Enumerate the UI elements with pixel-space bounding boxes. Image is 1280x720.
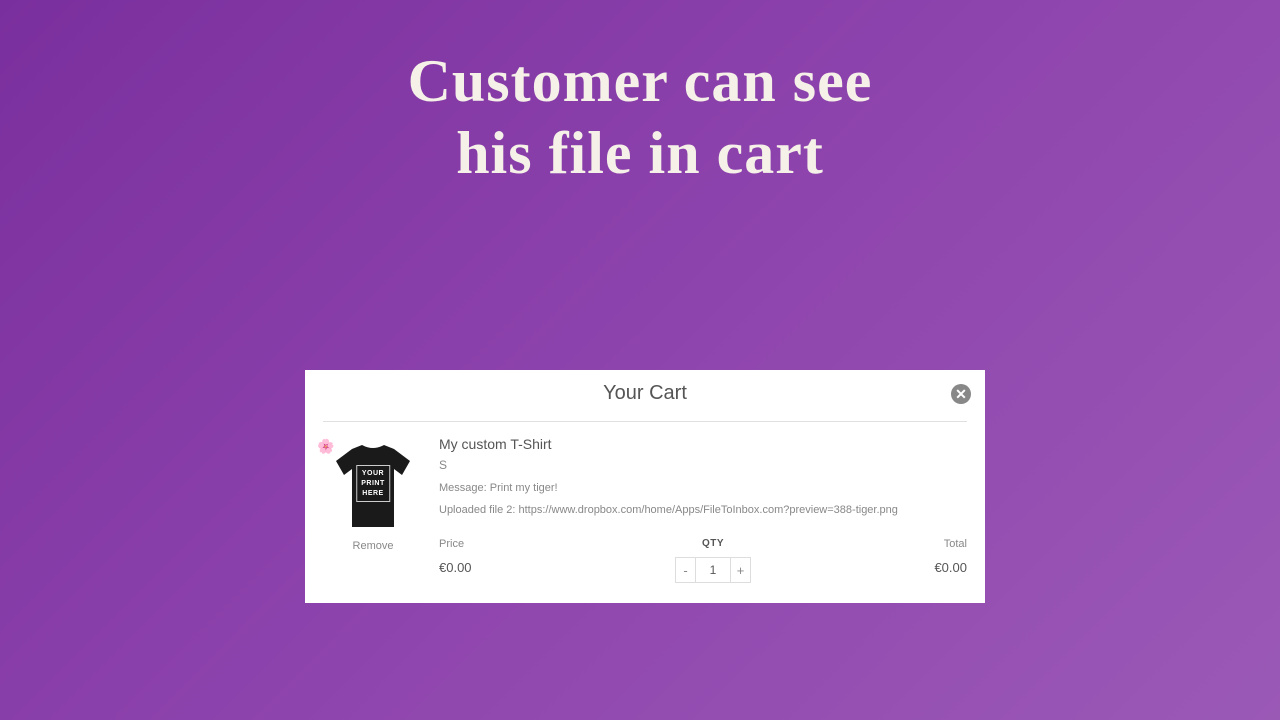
product-variant: S [439, 458, 967, 472]
headline-line-2: his file in cart [0, 117, 1280, 189]
product-image: 🌸 YOURPRINTHERE [323, 436, 423, 536]
price-value: €0.00 [439, 560, 579, 575]
product-column: 🌸 YOURPRINTHERE Remove [323, 436, 423, 583]
qty-decrease-button[interactable]: - [676, 558, 696, 582]
divider [323, 421, 967, 422]
cart-panel: Your Cart ✕ 🌸 YOURPRINTHERE Remove My cu… [305, 370, 985, 603]
product-name: My custom T-Shirt [439, 436, 967, 452]
tshirt-icon: YOURPRINTHERE [332, 441, 414, 531]
headline-line-1: Customer can see [0, 45, 1280, 117]
cart-item: 🌸 YOURPRINTHERE Remove My custom T-Shirt… [323, 436, 967, 583]
qty-stepper: - + [675, 557, 751, 583]
price-row: Price €0.00 QTY - + Total €0.00 [439, 538, 967, 583]
uploaded-file-link[interactable]: Uploaded file 2: https://www.dropbox.com… [439, 504, 967, 516]
marketing-headline: Customer can see his file in cart [0, 0, 1280, 189]
details-column: My custom T-Shirt S Message: Print my ti… [439, 436, 967, 583]
total-value: €0.00 [847, 560, 967, 575]
qty-label: QTY [579, 538, 847, 549]
qty-block: QTY - + [579, 538, 847, 583]
price-block: Price €0.00 [439, 538, 579, 575]
total-label: Total [847, 538, 967, 550]
qty-increase-button[interactable]: + [730, 558, 750, 582]
total-block: Total €0.00 [847, 538, 967, 575]
remove-button[interactable]: Remove [323, 540, 423, 552]
close-icon[interactable]: ✕ [951, 384, 971, 404]
cart-title: Your Cart [323, 382, 967, 405]
qty-input[interactable] [696, 558, 730, 582]
cart-header: Your Cart ✕ [323, 382, 967, 421]
print-placeholder-text: YOURPRINTHERE [356, 465, 390, 502]
product-message: Message: Print my tiger! [439, 482, 967, 494]
price-label: Price [439, 538, 579, 550]
